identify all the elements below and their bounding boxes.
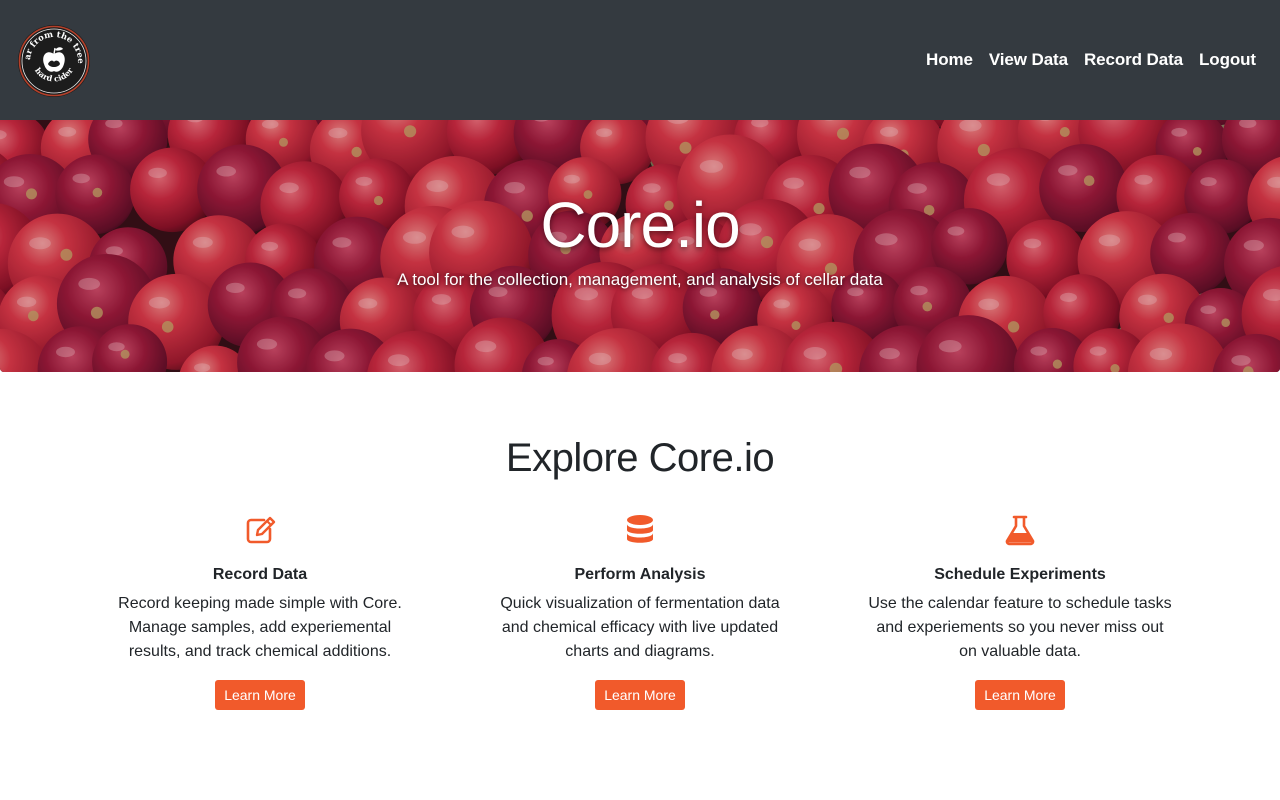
- nav-logout-link[interactable]: Logout: [1199, 50, 1256, 70]
- feature-description: Quick visualization of fermentation data…: [500, 595, 780, 660]
- navbar: far from the tree hard cider Home View D…: [0, 0, 1280, 120]
- feature-description: Record keeping made simple with Core. Ma…: [118, 595, 402, 660]
- learn-more-button[interactable]: Learn More: [595, 680, 685, 710]
- explore-heading: Explore Core.io: [505, 436, 775, 480]
- nav-home-link[interactable]: Home: [926, 50, 973, 70]
- far-from-the-tree-logo[interactable]: far from the tree hard cider: [17, 24, 91, 98]
- hero-banner: Core.io A tool for the collection, manag…: [0, 120, 1280, 372]
- hero-subtitle: A tool for the collection, management, a…: [397, 270, 883, 289]
- feature-title: Perform Analysis: [574, 566, 706, 583]
- feature-title: Record Data: [212, 566, 308, 583]
- feature-record-data: Record Data Record keeping made simple w…: [100, 512, 420, 710]
- hero-title: Core.io: [540, 189, 740, 261]
- learn-more-button[interactable]: Learn More: [215, 680, 305, 710]
- feature-schedule-experiments: Schedule Experiments Use the calendar fe…: [860, 512, 1180, 710]
- feature-description: Use the calendar feature to schedule tas…: [868, 595, 1172, 660]
- edit-icon: [246, 516, 276, 544]
- flask-icon: [1005, 515, 1035, 546]
- learn-more-button[interactable]: Learn More: [975, 680, 1065, 710]
- feature-perform-analysis: Perform Analysis Quick visualization of …: [480, 512, 800, 710]
- database-icon: [627, 515, 653, 543]
- nav-record-data-link[interactable]: Record Data: [1084, 50, 1183, 70]
- nav-menu: Home View Data Record Data Logout: [910, 0, 1256, 120]
- feature-title: Schedule Experiments: [934, 566, 1106, 583]
- nav-view-data-link[interactable]: View Data: [989, 50, 1068, 70]
